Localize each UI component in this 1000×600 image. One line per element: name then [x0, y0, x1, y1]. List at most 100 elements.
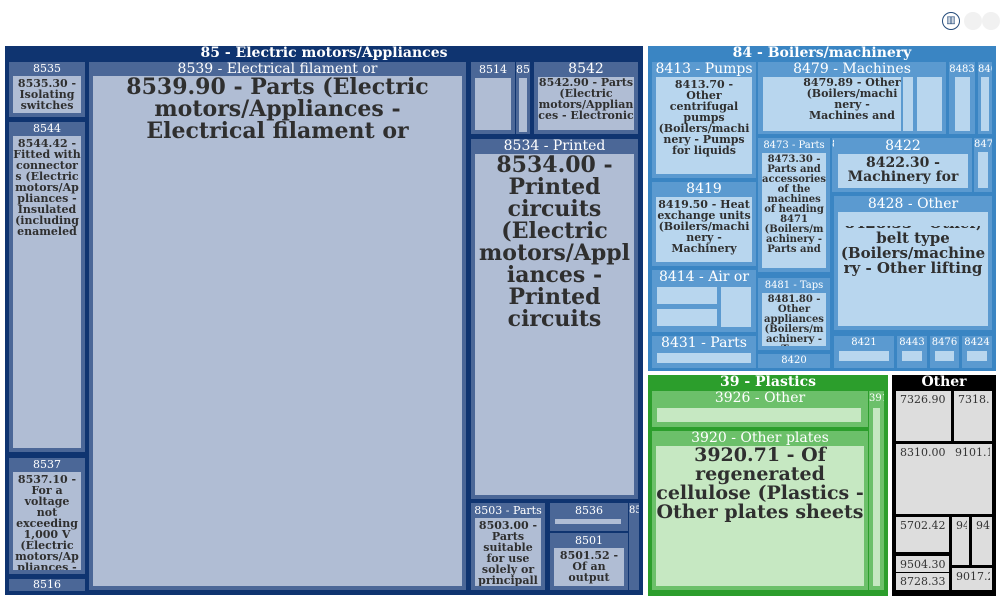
- treemap-leaf-label: 8503.00 - Parts suitable for use solely …: [478, 519, 538, 586]
- treemap-label: 8504: [629, 505, 639, 516]
- treemap-leaf-label: 3920.71 - Of regenerated cellulose (Plas…: [656, 446, 864, 523]
- treemap-leaf[interactable]: [839, 351, 889, 361]
- treemap-label: 8537: [33, 458, 61, 471]
- treemap-leaf[interactable]: [519, 78, 527, 132]
- treemap-leaf[interactable]: 9101.10: [951, 444, 992, 514]
- treemap-leaf-label: 9017.20: [956, 570, 990, 583]
- treemap-leaf[interactable]: [839, 212, 985, 226]
- treemap-leaf[interactable]: [657, 287, 717, 304]
- treemap-leaf[interactable]: [917, 77, 942, 131]
- treemap-leaf[interactable]: 3920.71 - Of regenerated cellulose (Plas…: [656, 446, 864, 586]
- treemap-label: 8476: [931, 337, 958, 348]
- treemap-label: 8443: [899, 337, 925, 348]
- treemap-leaf[interactable]: 8539.90 - Parts (Electric motors/Applian…: [93, 76, 462, 586]
- treemap-label: 8474: [974, 139, 992, 150]
- treemap-label: 39 - Plastics: [719, 375, 817, 389]
- treemap-label: 8534 - Printed: [503, 139, 606, 154]
- treemap-leaf[interactable]: [903, 77, 913, 131]
- treemap-label: 8501: [575, 534, 603, 547]
- treemap-leaf[interactable]: 8501.52 - Of an output: [554, 548, 624, 586]
- treemap-label: 3919: [869, 393, 884, 404]
- treemap-label: 8503 - Parts: [474, 504, 542, 517]
- treemap-leaf[interactable]: [555, 519, 621, 524]
- treemap-label: 8481 - Taps: [764, 280, 824, 291]
- treemap-leaf-label: 8544.42 - Fitted with connectors (Electr…: [13, 137, 81, 238]
- treemap-label: 84 - Boilers/machinery: [732, 46, 912, 60]
- treemap-label: Other: [921, 375, 967, 389]
- treemap-node[interactable]: 8431 - Parts: [652, 336, 756, 368]
- treemap-leaf[interactable]: 8481.80 - Other appliances (Boilers/mach…: [762, 293, 826, 346]
- treemap-leaf-label: 8535.30 - Isolating switches: [17, 77, 77, 112]
- treemap-label: 3926 - Other: [714, 391, 806, 406]
- treemap-node[interactable]: 8516: [9, 579, 85, 591]
- treemap-leaf-label: 9504.30: [900, 558, 946, 571]
- treemap-label: 8414 - Air or: [658, 270, 750, 285]
- treemap-leaf[interactable]: 8503.00 - Parts suitable for use solely …: [475, 518, 541, 586]
- treemap-leaf-label: 8310.00: [900, 446, 946, 459]
- treemap-leaf[interactable]: [955, 77, 970, 131]
- treemap-leaf[interactable]: [721, 287, 751, 327]
- treemap-leaf[interactable]: [967, 351, 987, 361]
- treemap-leaf[interactable]: 7326.90: [896, 391, 951, 441]
- treemap-label: 8413 - Pumps: [655, 62, 753, 77]
- treemap-leaf[interactable]: 8537.10 - For a voltage not exceeding 1,…: [13, 472, 81, 570]
- treemap-leaf-label: 8501.52 - Of an output: [559, 549, 619, 584]
- treemap-label: 8473 - Parts: [763, 140, 825, 151]
- treemap-leaf-label: 9402.20: [976, 519, 990, 532]
- treemap-leaf-label: 8473.30 - Parts and accessories of the m…: [762, 154, 826, 255]
- treemap-leaf[interactable]: 8534.00 - Printed circuits (Electric mot…: [475, 154, 634, 495]
- treemap-label: 8544: [33, 122, 61, 135]
- treemap-leaf[interactable]: [902, 351, 922, 361]
- treemap-leaf[interactable]: [475, 78, 511, 130]
- treemap-leaf-label: 9402.10: [956, 519, 967, 532]
- treemap-label: 8424: [964, 337, 990, 348]
- treemap-leaf[interactable]: [657, 353, 751, 363]
- treemap-label: 8550: [516, 63, 530, 76]
- treemap-leaf[interactable]: 7318.15: [954, 391, 992, 441]
- treemap-leaf[interactable]: 8544.42 - Fitted with connectors (Electr…: [13, 136, 81, 448]
- treemap-leaf[interactable]: [978, 152, 988, 188]
- treemap-label: 85 - Electric motors/Appliances: [200, 46, 448, 60]
- treemap-leaf[interactable]: 8535.30 - Isolating switches: [13, 76, 81, 113]
- treemap-leaf[interactable]: 9017.20: [952, 568, 992, 590]
- treemap-leaf-label: 5702.42: [900, 519, 946, 532]
- treemap-leaf-label: 8481.80 - Other appliances (Boilers/mach…: [764, 294, 824, 347]
- treemap-leaf-label: 8542.90 - Parts (Electric motors/Applian…: [538, 77, 634, 122]
- treemap-label: 8479 - Machines: [793, 62, 911, 77]
- treemap-label: 8421: [851, 337, 877, 348]
- treemap-leaf-label: 8534.00 - Printed circuits (Electric mot…: [479, 154, 630, 332]
- treemap-leaf-label: 8539.90 - Parts (Electric motors/Applian…: [126, 76, 429, 144]
- treemap-label: 8535: [33, 62, 61, 75]
- treemap-leaf[interactable]: [935, 351, 954, 361]
- treemap-leaf[interactable]: 8542.90 - Parts (Electric motors/Applian…: [538, 77, 634, 130]
- treemap-leaf-label: 8419.50 - Heat exchange units (Boilers/m…: [657, 198, 751, 255]
- treemap-leaf-label: 8413.70 - Other centrifugal pumps (Boile…: [658, 78, 750, 157]
- treemap-leaf[interactable]: 9402.10: [952, 517, 969, 565]
- treemap-leaf[interactable]: [657, 309, 717, 326]
- treemap-node[interactable]: 8420: [758, 354, 830, 368]
- treemap-leaf[interactable]: [657, 408, 861, 422]
- treemap-leaf-label: 9101.10: [955, 446, 990, 459]
- treemap-leaf[interactable]: [981, 77, 989, 131]
- treemap-leaf[interactable]: 5702.42: [896, 517, 949, 552]
- treemap-leaf[interactable]: 8728.33: [896, 573, 949, 590]
- treemap-leaf[interactable]: 8428.33 - Other, belt type (Boilers/mach…: [838, 212, 988, 326]
- treemap-label: 8516: [33, 579, 61, 591]
- treemap-label: 8419: [686, 182, 722, 197]
- treemap-node[interactable]: 8536: [550, 503, 628, 531]
- treemap-label: 8428 - Other: [867, 196, 959, 212]
- treemap-leaf[interactable]: 8473.30 - Parts and accessories of the m…: [762, 153, 826, 268]
- treemap-label: 3920 - Other plates: [691, 431, 829, 446]
- treemap-leaf[interactable]: 8413.70 - Other centrifugal pumps (Boile…: [656, 77, 752, 174]
- treemap-leaf[interactable]: 8310.00: [896, 444, 951, 514]
- treemap-label: 8404: [978, 64, 992, 75]
- treemap-leaf-label: 8479.89 - Other (Boilers/machinery - Mac…: [803, 76, 901, 122]
- treemap-leaf[interactable]: 8419.50 - Heat exchange units (Boilers/m…: [656, 197, 752, 262]
- treemap-leaf[interactable]: 8422.30 - Machinery for: [838, 154, 968, 188]
- treemap-leaf[interactable]: 9402.20: [972, 517, 992, 565]
- treemap-chart: 85 - Electric motors/Appliances 8535 8535.…: [0, 0, 1000, 600]
- treemap-leaf[interactable]: [873, 408, 880, 586]
- treemap-leaf-label: 7326.90: [900, 393, 946, 406]
- treemap-node[interactable]: 8504: [629, 503, 639, 590]
- treemap-leaf[interactable]: 9504.30: [896, 556, 949, 572]
